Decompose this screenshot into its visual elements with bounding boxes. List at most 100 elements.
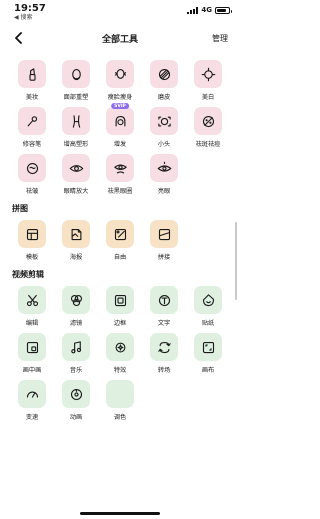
tools-list: 美妆 面部重塑 瘦脸瘦身 磨皮 美白修容笔 增高塑形 SVIP 增发 小头 祛斑祛痘祛皱 眼睛放大 祛… [0, 54, 240, 421]
tool-item[interactable]: 音乐 [54, 333, 98, 374]
network-type: 4G [201, 6, 212, 14]
tool-item[interactable]: 贴纸 [186, 286, 230, 327]
status-time: 19:57 [14, 3, 46, 14]
tool-item[interactable]: 模板 [10, 220, 54, 261]
text-icon[interactable] [150, 286, 178, 314]
tool-grid-video: 编辑 滤镜 边框 文字 贴纸画中画 音乐 特效 转场 画布变速 动画 调色 [10, 286, 230, 421]
tool-label: 文字 [157, 320, 171, 327]
tool-item[interactable]: 特效 [98, 333, 142, 374]
tool-label: 面部重塑 [63, 94, 89, 101]
tool-label: 增发 [113, 141, 127, 148]
tool-label: 贴纸 [201, 320, 215, 327]
free-collage-icon[interactable] [106, 220, 134, 248]
face-reshape-icon[interactable] [62, 60, 90, 88]
slim-face-icon[interactable] [106, 60, 134, 88]
tool-item[interactable]: SVIP 增发 [98, 103, 142, 148]
tool-item[interactable]: 亮眼 [142, 154, 186, 195]
battery-icon [215, 6, 232, 14]
canvas-icon[interactable] [194, 333, 222, 361]
nav-bar: 全部工具 管理 [0, 22, 240, 54]
tool-item[interactable]: 编辑 [10, 286, 54, 327]
section-title-video: 视频剪辑 [12, 270, 44, 279]
tool-label: 自由 [113, 254, 127, 261]
tool-item[interactable]: 小头 [142, 107, 186, 148]
tool-label: 美妆 [25, 94, 39, 101]
animation-icon[interactable] [62, 380, 90, 408]
sticker-icon[interactable] [194, 286, 222, 314]
tool-item[interactable]: 海报 [54, 220, 98, 261]
tool-label: 模板 [25, 254, 39, 261]
tool-label: 转场 [157, 367, 171, 374]
signal-icon [187, 6, 199, 14]
tool-item[interactable]: 文字 [142, 286, 186, 327]
tool-item[interactable]: 祛皱 [10, 154, 54, 195]
manage-button[interactable]: 管理 [212, 33, 228, 44]
whitening-icon[interactable] [194, 60, 222, 88]
contour-pen-icon[interactable] [18, 107, 46, 135]
tool-item[interactable]: 祛黑眼圈 [98, 154, 142, 195]
wrinkle-removal-icon[interactable] [18, 154, 46, 182]
back-chevron-icon[interactable] [12, 31, 26, 45]
tool-item[interactable]: 眼睛放大 [54, 154, 98, 195]
tool-item[interactable]: 拼接 [142, 220, 186, 261]
scrollbar[interactable] [235, 222, 237, 300]
page-title: 全部工具 [101, 34, 138, 45]
tool-grid-collage: 模板 海报 自由 拼接 [10, 220, 230, 261]
tool-item[interactable]: 边框 [98, 286, 142, 327]
transition-icon[interactable] [150, 333, 178, 361]
eye-enlarge-icon[interactable] [62, 154, 90, 182]
tool-item[interactable]: 转场 [142, 333, 186, 374]
tool-label: 磨皮 [157, 94, 171, 101]
pip-icon[interactable] [18, 333, 46, 361]
color-grade-icon[interactable] [106, 380, 134, 408]
tool-label: 音乐 [69, 367, 83, 374]
tool-item[interactable]: 滤镜 [54, 286, 98, 327]
tool-label: 祛黑眼圈 [107, 188, 133, 195]
body-shape-icon[interactable] [62, 107, 90, 135]
tool-label: 画布 [201, 367, 215, 374]
tool-label: 画中画 [22, 367, 42, 374]
scissors-icon[interactable] [18, 286, 46, 314]
tool-label: 修容笔 [22, 141, 42, 148]
tool-item[interactable]: 变速 [10, 380, 54, 421]
frame-icon[interactable] [106, 286, 134, 314]
tool-item[interactable]: 面部重塑 [54, 60, 98, 101]
tool-label: 海报 [69, 254, 83, 261]
smooth-skin-icon[interactable] [150, 60, 178, 88]
tool-item[interactable]: 调色 [98, 380, 142, 421]
filter-icon[interactable] [62, 286, 90, 314]
acne-removal-icon[interactable] [194, 107, 222, 135]
bright-eye-icon[interactable] [150, 154, 178, 182]
speed-icon[interactable] [18, 380, 46, 408]
dark-circle-icon[interactable] [106, 154, 134, 182]
tool-item[interactable]: 画布 [186, 333, 230, 374]
music-icon[interactable] [62, 333, 90, 361]
small-head-icon[interactable] [150, 107, 178, 135]
tool-item[interactable]: 修容笔 [10, 107, 54, 148]
tool-item[interactable]: 瘦脸瘦身 [98, 60, 142, 101]
home-indicator [80, 512, 160, 515]
tool-item[interactable]: 画中画 [10, 333, 54, 374]
tool-item[interactable]: 增高塑形 [54, 107, 98, 148]
tool-label: 变速 [25, 414, 39, 421]
poster-icon[interactable] [62, 220, 90, 248]
section-title-collage: 拼图 [12, 204, 28, 213]
tool-item[interactable]: 自由 [98, 220, 142, 261]
tool-label: 瘦脸瘦身 [107, 94, 133, 101]
lipstick-icon[interactable] [18, 60, 46, 88]
effects-icon[interactable] [106, 333, 134, 361]
tool-label: 祛皱 [25, 188, 39, 195]
tool-label: 增高塑形 [63, 141, 89, 148]
tool-item[interactable]: 美妆 [10, 60, 54, 101]
template-icon[interactable] [18, 220, 46, 248]
status-bar: 19:57 ◀ 搜索 4G [0, 0, 240, 22]
hair-icon[interactable]: SVIP [106, 103, 134, 135]
tool-item[interactable]: 动画 [54, 380, 98, 421]
tool-item[interactable]: 美白 [186, 60, 230, 101]
stitch-icon[interactable] [150, 220, 178, 248]
svip-badge: SVIP [111, 103, 129, 110]
tool-item[interactable]: 祛斑祛痘 [186, 107, 230, 148]
back-to-app-link[interactable]: ◀ 搜索 [14, 15, 46, 21]
tool-label: 拼接 [157, 254, 171, 261]
tool-item[interactable]: 磨皮 [142, 60, 186, 101]
